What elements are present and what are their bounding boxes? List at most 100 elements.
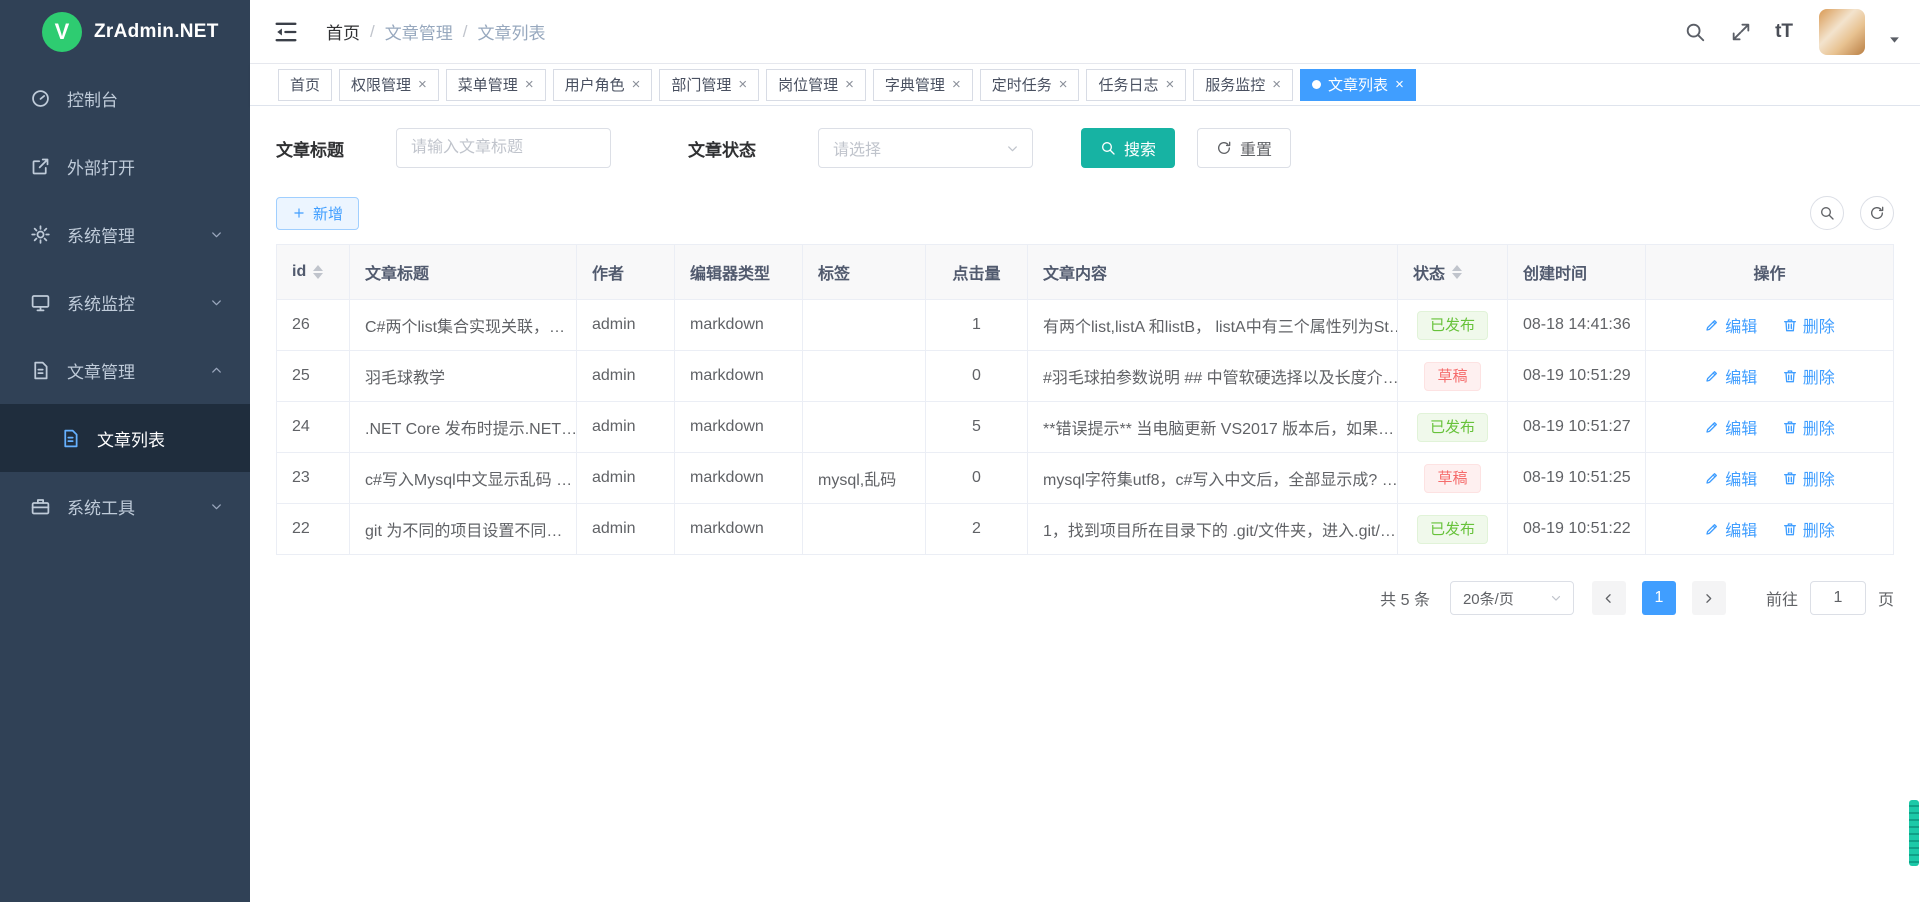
breadcrumb-separator: [453, 22, 478, 42]
close-icon[interactable]: [1395, 76, 1404, 93]
sidebar-item-system-tools[interactable]: 系统工具: [0, 472, 250, 540]
cell-author: admin: [577, 453, 675, 504]
arrow-left-icon: [1601, 591, 1616, 606]
delete-button[interactable]: 删除: [1782, 313, 1835, 337]
status-badge: 已发布: [1417, 311, 1488, 340]
cell-title: .NET Core 发布时提示.NET…: [350, 402, 577, 453]
tab-home[interactable]: 首页: [278, 69, 332, 101]
tab-service-monitor[interactable]: 服务监控: [1193, 69, 1293, 101]
tab-cron-task[interactable]: 定时任务: [980, 69, 1080, 101]
sidebar-item-dashboard[interactable]: 控制台: [0, 64, 250, 132]
article-status-select[interactable]: 请选择: [818, 128, 1033, 168]
pencil-icon: [1704, 419, 1720, 435]
delete-label: 删除: [1803, 517, 1835, 541]
delete-button[interactable]: 删除: [1782, 466, 1835, 490]
add-button[interactable]: 新增: [276, 197, 359, 230]
close-icon[interactable]: [1059, 76, 1068, 93]
breadcrumb-article-mgmt[interactable]: 文章管理: [385, 19, 453, 44]
delete-button[interactable]: 删除: [1782, 364, 1835, 388]
close-icon[interactable]: [738, 76, 747, 93]
next-page-button[interactable]: [1692, 581, 1726, 615]
close-icon[interactable]: [952, 76, 961, 93]
prev-page-button[interactable]: [1592, 581, 1626, 615]
breadcrumb-home[interactable]: 首页: [326, 19, 360, 44]
goto-page-input[interactable]: [1810, 581, 1866, 615]
col-author: 作者: [577, 245, 675, 300]
delete-button[interactable]: 删除: [1782, 517, 1835, 541]
cell-content: 有两个list,listA 和listB， listA中有三个属性列为St…: [1028, 300, 1398, 351]
close-icon[interactable]: [632, 76, 641, 93]
close-icon[interactable]: [1272, 76, 1281, 93]
app-layout: V ZrAdmin.NET 控制台 外部打开 系统管理 系统监控: [0, 0, 1920, 902]
fullscreen-button[interactable]: [1729, 20, 1753, 44]
reset-button[interactable]: 重置: [1197, 128, 1291, 168]
tab-article-list[interactable]: 文章列表: [1300, 69, 1416, 101]
cell-id: 25: [277, 351, 350, 402]
refresh-table-button[interactable]: [1860, 196, 1894, 230]
breadcrumb-current: 文章列表: [477, 19, 545, 44]
tab-post-mgmt[interactable]: 岗位管理: [766, 69, 866, 101]
user-avatar[interactable]: [1819, 9, 1865, 55]
sort-icon[interactable]: [1452, 265, 1462, 279]
cell-created-at: 08-19 10:51:25: [1508, 453, 1646, 504]
page-size-value: 20条/页: [1463, 588, 1514, 609]
tab-permission[interactable]: 权限管理: [339, 69, 439, 101]
menu-fold-icon[interactable]: [272, 18, 300, 46]
trash-icon: [1782, 368, 1798, 384]
cell-tags: [803, 504, 926, 555]
scrollbar-thumb[interactable]: [1909, 800, 1919, 866]
app-logo[interactable]: V ZrAdmin.NET: [0, 0, 250, 64]
cell-content: 1，找到项目所在目录下的 .git/文件夹，进入.git/…: [1028, 504, 1398, 555]
delete-label: 删除: [1803, 364, 1835, 388]
cell-editor-type: markdown: [675, 351, 803, 402]
tab-menu-mgmt[interactable]: 菜单管理: [446, 69, 546, 101]
tab-user-role[interactable]: 用户角色: [553, 69, 653, 101]
chevron-down-icon: [1005, 141, 1020, 156]
cell-id: 24: [277, 402, 350, 453]
sidebar-item-article-mgmt[interactable]: 文章管理: [0, 336, 250, 404]
edit-button[interactable]: 编辑: [1704, 517, 1757, 541]
header-search-button[interactable]: [1683, 20, 1707, 44]
close-icon[interactable]: [418, 76, 427, 93]
article-title-input[interactable]: [396, 128, 611, 168]
close-icon[interactable]: [845, 76, 854, 93]
col-status[interactable]: 状态: [1398, 245, 1508, 300]
caret-down-icon[interactable]: [1887, 32, 1902, 47]
sidebar-item-external[interactable]: 外部打开: [0, 132, 250, 200]
cell-actions: 编辑 删除: [1646, 402, 1894, 453]
close-icon[interactable]: [1166, 76, 1175, 93]
sort-icon[interactable]: [313, 265, 323, 279]
cell-editor-type: markdown: [675, 504, 803, 555]
tab-dept-mgmt[interactable]: 部门管理: [659, 69, 759, 101]
edit-button[interactable]: 编辑: [1704, 466, 1757, 490]
fullscreen-icon: [1730, 21, 1752, 43]
edit-button[interactable]: 编辑: [1704, 313, 1757, 337]
tab-label: 菜单管理: [458, 74, 518, 95]
tab-dict-mgmt[interactable]: 字典管理: [873, 69, 973, 101]
breadcrumb-separator: [360, 22, 385, 42]
search-button[interactable]: 搜索: [1081, 128, 1175, 168]
close-icon[interactable]: [525, 76, 534, 93]
tab-task-log[interactable]: 任务日志: [1086, 69, 1186, 101]
filter-form: 文章标题 文章状态 请选择 搜索 重置: [276, 128, 1894, 168]
page-size-select[interactable]: 20条/页: [1450, 581, 1574, 615]
cell-title: c#写入Mysql中文显示乱码 …: [350, 453, 577, 504]
edit-button[interactable]: 编辑: [1704, 364, 1757, 388]
sidebar-item-label: 系统工具: [67, 494, 135, 519]
cell-author: admin: [577, 504, 675, 555]
toggle-search-button[interactable]: [1810, 196, 1844, 230]
sidebar-item-system-mgmt[interactable]: 系统管理: [0, 200, 250, 268]
sidebar-item-system-monitor[interactable]: 系统监控: [0, 268, 250, 336]
toolbox-icon: [30, 496, 51, 517]
cell-id: 22: [277, 504, 350, 555]
col-clicks: 点击量: [926, 245, 1028, 300]
edit-button[interactable]: 编辑: [1704, 415, 1757, 439]
sidebar-item-article-list[interactable]: 文章列表: [0, 404, 250, 472]
status-badge: 草稿: [1424, 464, 1480, 493]
edit-label: 编辑: [1725, 466, 1757, 490]
col-id[interactable]: id: [277, 245, 350, 300]
cell-author: admin: [577, 351, 675, 402]
delete-button[interactable]: 删除: [1782, 415, 1835, 439]
font-size-button[interactable]: tT: [1775, 21, 1793, 43]
page-number-button[interactable]: 1: [1642, 581, 1676, 615]
